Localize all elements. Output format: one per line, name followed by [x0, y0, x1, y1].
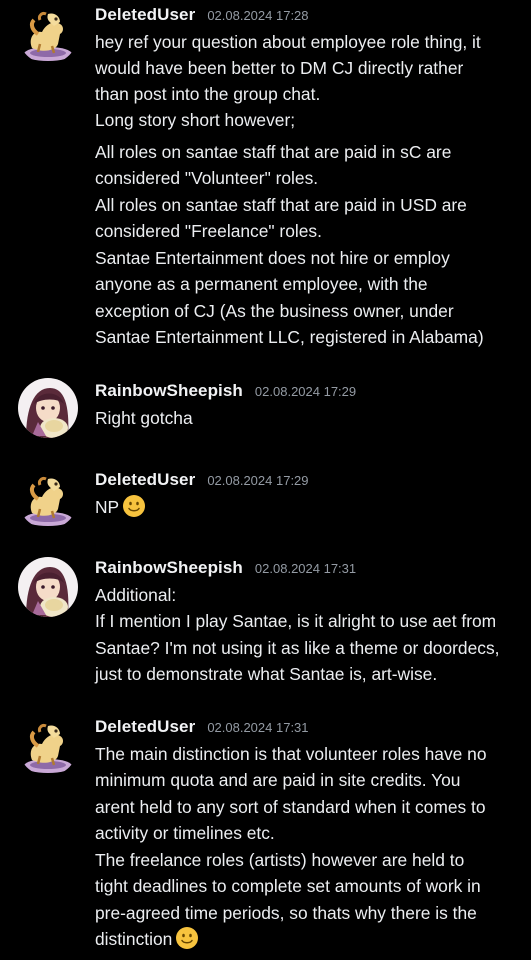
message-text: Additional: [95, 585, 177, 605]
timestamp: 02.08.2024 17:31 [254, 561, 357, 576]
message-text: Long story short however; [95, 110, 296, 130]
message-header: DeletedUser 02.08.2024 17:31 [95, 717, 309, 741]
message-text: pre-agreed time periods, so thats why th… [95, 903, 477, 923]
username[interactable]: DeletedUser [95, 717, 195, 737]
message-text: Santae Entertainment does not hire or em… [95, 248, 450, 268]
message-header: DeletedUser 02.08.2024 17:29 [95, 470, 309, 494]
message-text: would have been better to DM CJ directly… [95, 58, 464, 78]
horse-avatar-icon[interactable] [18, 4, 78, 64]
message-text: The main distinction is that volunteer r… [95, 744, 487, 764]
message-text: If I mention I play Santae, is it alrigh… [95, 611, 497, 631]
timestamp: 02.08.2024 17:31 [207, 720, 309, 735]
slightly-smiling-face-emoji [175, 926, 199, 957]
message-item: DeletedUser 02.08.2024 17:29 NP [0, 465, 531, 530]
message-text: hey ref your question about employee rol… [95, 32, 481, 52]
message-text: distinction [95, 926, 199, 952]
username[interactable]: DeletedUser [95, 5, 195, 25]
message-text: minimum quota and are paid in site credi… [95, 770, 461, 790]
message-item: RainbowSheepish 02.08.2024 17:31 Additio… [0, 555, 531, 695]
message-text: Right gotcha [95, 408, 193, 428]
message-text: NP [95, 494, 146, 520]
slightly-smiling-face-emoji [122, 494, 146, 525]
timestamp: 02.08.2024 17:28 [207, 8, 309, 23]
sheep-girl-avatar-icon[interactable] [18, 378, 78, 438]
message-text: Santae? I'm not using it as like a theme… [95, 638, 500, 658]
message-text: exception of CJ (As the business owner, … [95, 301, 454, 321]
sheep-girl-avatar-icon[interactable] [18, 557, 78, 617]
horse-avatar-icon[interactable] [18, 716, 78, 776]
message-text: All roles on santae staff that are paid … [95, 195, 467, 215]
message-item: DeletedUser 02.08.2024 17:31 The main di… [0, 714, 531, 960]
message-text: Santae Entertainment LLC, registered in … [95, 327, 484, 347]
message-text: anyone as a permanent employee, with the [95, 274, 428, 294]
message-header: DeletedUser 02.08.2024 17:28 [95, 5, 309, 29]
username[interactable]: RainbowSheepish [95, 558, 243, 578]
message-text: considered "Freelance" roles. [95, 221, 322, 241]
message-header: RainbowSheepish 02.08.2024 17:31 [95, 558, 356, 582]
message-item: DeletedUser 02.08.2024 17:28 hey ref you… [0, 0, 531, 350]
message-text: just to demonstrate what Santae is, art-… [95, 664, 438, 684]
username[interactable]: RainbowSheepish [95, 381, 243, 401]
message-text: activity or timelines etc. [95, 823, 275, 843]
horse-avatar-icon[interactable] [18, 469, 78, 529]
message-text: considered "Volunteer" roles. [95, 168, 319, 188]
message-text: tight deadlines to complete set amounts … [95, 876, 481, 896]
timestamp: 02.08.2024 17:29 [254, 384, 357, 399]
username[interactable]: DeletedUser [95, 470, 195, 490]
message-text: All roles on santae staff that are paid … [95, 142, 452, 162]
message-text-content: distinction [95, 929, 173, 949]
message-text: than post into the group chat. [95, 84, 321, 104]
message-header: RainbowSheepish 02.08.2024 17:29 [95, 381, 356, 405]
message-item: RainbowSheepish 02.08.2024 17:29 Right g… [0, 376, 531, 446]
message-text: The freelance roles (artists) however ar… [95, 850, 465, 870]
timestamp: 02.08.2024 17:29 [207, 473, 309, 488]
message-text: arent held to any sort of standard when … [95, 797, 486, 817]
message-text-content: NP [95, 497, 120, 517]
